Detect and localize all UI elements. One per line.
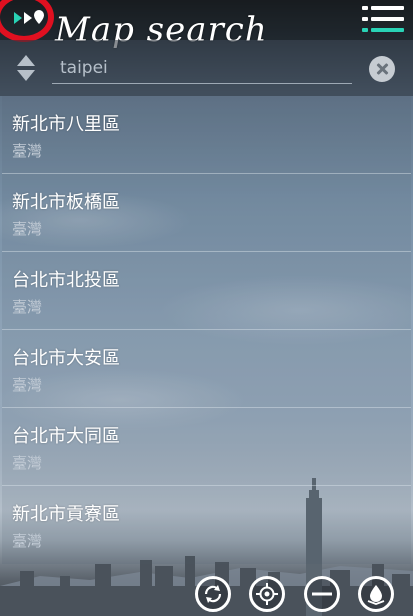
list-item[interactable]: 台北市大同區 臺灣 — [2, 408, 411, 486]
result-name: 新北市貢寮區 — [12, 504, 120, 525]
clear-x-icon[interactable] — [369, 56, 395, 82]
result-region: 臺灣 — [12, 454, 43, 472]
rotate-button[interactable] — [195, 576, 231, 612]
result-region: 臺灣 — [12, 376, 43, 394]
play-forward-pin-icon — [14, 10, 44, 24]
result-region: 臺灣 — [12, 220, 43, 238]
results-list: 新北市八里區 臺灣 新北市板橋區 臺灣 台北市北投區 臺灣 台北市大安區 臺灣 … — [2, 96, 411, 564]
rotate-icon — [204, 585, 222, 603]
list-item[interactable]: 台北市大安區 臺灣 — [2, 330, 411, 408]
sort-updown-icon[interactable] — [15, 53, 37, 83]
layers-drop-icon — [367, 585, 385, 605]
result-name: 新北市八里區 — [12, 114, 120, 135]
result-name: 新北市板橋區 — [12, 192, 120, 213]
result-name: 台北市北投區 — [12, 270, 120, 291]
result-name: 台北市大同區 — [12, 426, 120, 447]
layers-button[interactable] — [358, 576, 394, 612]
result-region: 臺灣 — [12, 142, 43, 160]
locate-crosshair-icon — [256, 583, 278, 605]
search-input[interactable] — [52, 52, 352, 84]
app-logo[interactable] — [6, 6, 50, 32]
zoom-out-button[interactable] — [304, 576, 340, 612]
result-region: 臺灣 — [12, 532, 43, 550]
list-menu-button[interactable] — [362, 6, 404, 34]
result-region: 臺灣 — [12, 298, 43, 316]
list-item[interactable]: 新北市板橋區 臺灣 — [2, 174, 411, 252]
list-menu-icon — [362, 6, 368, 10]
locate-button[interactable] — [249, 576, 285, 612]
list-item[interactable]: 新北市貢寮區 臺灣 — [2, 486, 411, 564]
zoom-out-minus-icon — [312, 592, 332, 596]
list-item[interactable]: 新北市八里區 臺灣 — [2, 96, 411, 174]
list-item[interactable]: 台北市北投區 臺灣 — [2, 252, 411, 330]
result-name: 台北市大安區 — [12, 348, 120, 369]
